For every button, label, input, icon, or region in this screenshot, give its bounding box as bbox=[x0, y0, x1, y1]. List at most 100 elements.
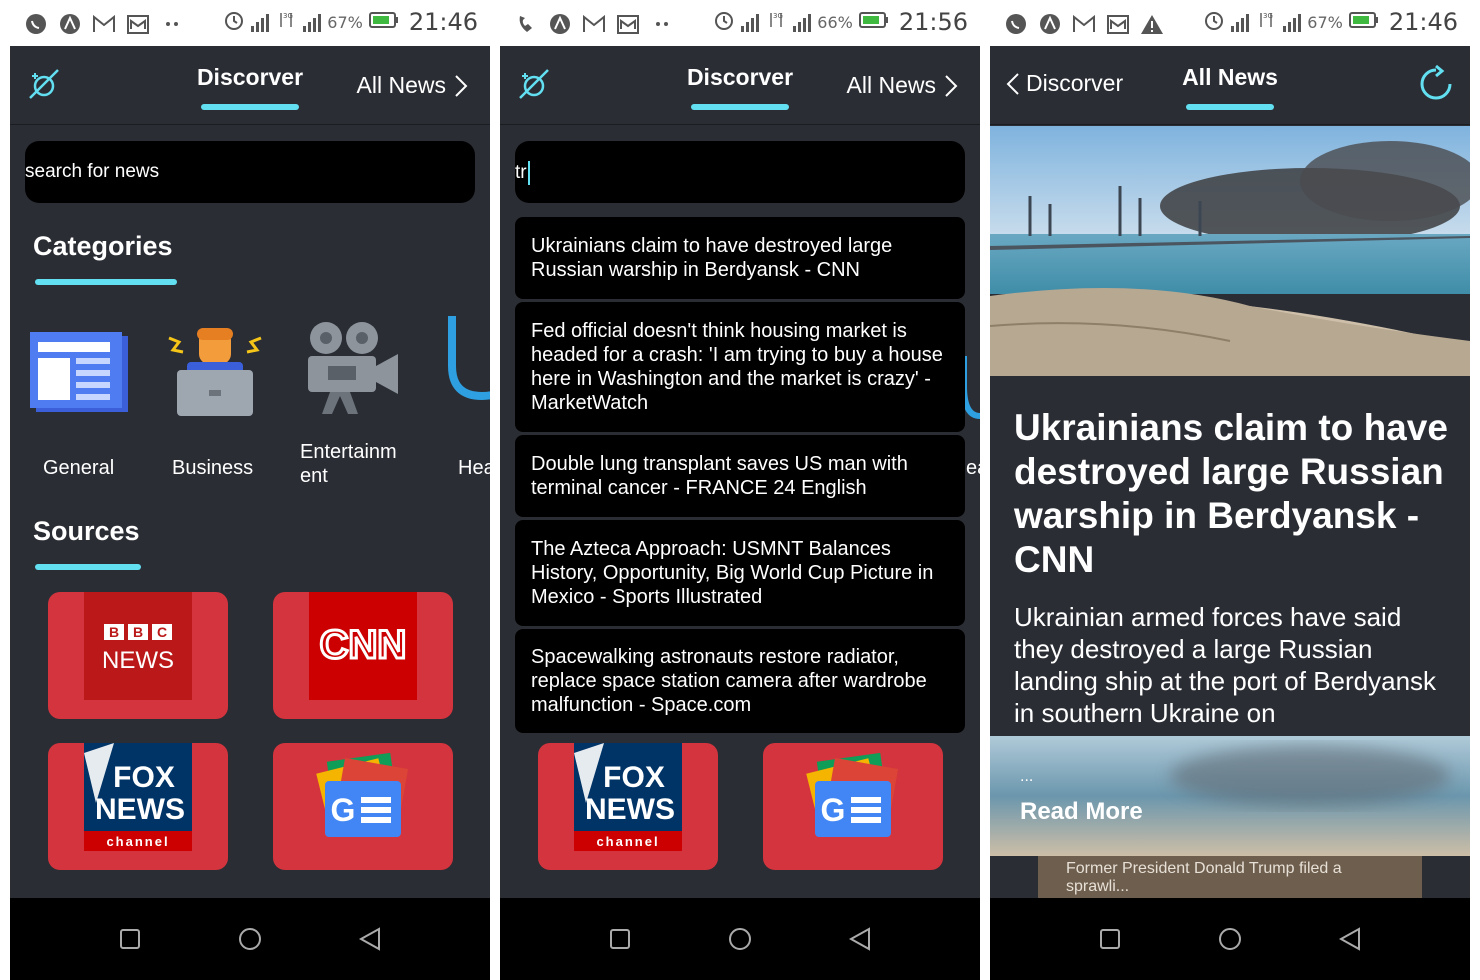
suggestion-item[interactable]: Double lung transplant saves US man with… bbox=[515, 435, 965, 517]
app-content: Discorver All News search for news Categ… bbox=[10, 46, 490, 898]
system-nav-bar bbox=[990, 898, 1470, 980]
back-triangle-icon[interactable] bbox=[353, 922, 387, 956]
app-a-icon bbox=[58, 12, 82, 36]
suggestion-item[interactable]: Ukrainians claim to have destroyed large… bbox=[515, 217, 965, 299]
source-fox-news[interactable]: FOX NEWS channel bbox=[48, 743, 228, 870]
phone-screen-search: 3G 66% 21:56 Discorver All News tr ea bbox=[500, 0, 980, 980]
article-hero-image bbox=[990, 126, 1470, 376]
tab-all-news[interactable]: All News bbox=[990, 64, 1470, 91]
suggestion-text: Double lung transplant saves US man with… bbox=[531, 453, 908, 499]
svg-text:3G: 3G bbox=[773, 12, 783, 20]
description-ellipsis: ... bbox=[1020, 768, 1034, 785]
read-more-button[interactable]: Read More bbox=[1020, 798, 1143, 826]
status-time: 21:46 bbox=[408, 8, 478, 36]
chevron-right-icon bbox=[455, 74, 468, 97]
cnn-wordmark: CNN bbox=[320, 623, 407, 667]
back-triangle-icon[interactable] bbox=[1333, 922, 1367, 956]
signal-icon bbox=[1231, 12, 1250, 32]
signal-2-icon bbox=[1283, 12, 1302, 32]
signal-icon bbox=[741, 12, 760, 32]
stethoscope-icon[interactable] bbox=[442, 316, 490, 416]
source-google-news[interactable]: G bbox=[763, 743, 943, 870]
source-bbc-news[interactable]: B B C NEWS bbox=[48, 592, 228, 719]
whatsapp-icon bbox=[24, 12, 48, 36]
phone-call-icon bbox=[514, 12, 538, 36]
status-bar: 3G 67% 21:46 bbox=[10, 0, 490, 46]
suggestion-item[interactable]: Fed official doesn't think housing marke… bbox=[515, 302, 965, 432]
recents-square-icon[interactable] bbox=[1093, 922, 1127, 956]
suggestion-text: Spacewalking astronauts restore radiator… bbox=[531, 646, 927, 716]
top-bar: Discorver All News bbox=[500, 46, 980, 125]
source-cnn[interactable]: CNN bbox=[273, 592, 453, 719]
suggestion-text: Ukrainians claim to have destroyed large… bbox=[531, 235, 893, 281]
data-3g-icon: 3G bbox=[765, 9, 787, 35]
all-news-label: All News bbox=[846, 72, 936, 98]
suggestion-text: Fed official doesn't think housing marke… bbox=[531, 320, 943, 414]
all-news-link[interactable]: All News bbox=[847, 72, 958, 99]
google-news-logo: G bbox=[806, 752, 899, 837]
google-news-g: G bbox=[331, 792, 356, 828]
all-news-label: All News bbox=[356, 72, 446, 98]
phone-screen-article: 3G 67% 21:46 Discorver All News Ukrainia… bbox=[990, 0, 1470, 980]
movie-camera-icon[interactable] bbox=[300, 316, 400, 416]
refresh-icon[interactable] bbox=[1416, 64, 1456, 104]
home-circle-icon[interactable] bbox=[1213, 922, 1247, 956]
source-fox-news[interactable]: FOX NEWS channel bbox=[538, 743, 718, 870]
active-tab-indicator bbox=[691, 104, 789, 110]
bbc-letter-b2: B bbox=[133, 624, 143, 640]
system-nav-bar bbox=[10, 898, 490, 980]
blurred-next-article-image bbox=[990, 736, 1470, 856]
fox-wordmark: FOX bbox=[603, 761, 665, 794]
category-health-label: Hea bbox=[458, 457, 490, 479]
newspaper-icon[interactable] bbox=[28, 316, 128, 416]
fox-wordmark: FOX bbox=[113, 761, 175, 794]
search-input[interactable]: tr bbox=[515, 141, 965, 203]
news-wordmark: NEWS bbox=[585, 793, 675, 826]
categories-underline bbox=[35, 279, 177, 285]
article-description: Ukrainian armed forces have said they de… bbox=[1014, 602, 1437, 728]
source-google-news[interactable]: G bbox=[273, 743, 453, 870]
suggestion-item[interactable]: Spacewalking astronauts restore radiator… bbox=[515, 629, 965, 733]
signal-2-icon bbox=[303, 12, 322, 32]
top-bar: Discorver All News bbox=[10, 46, 490, 125]
home-circle-icon[interactable] bbox=[723, 922, 757, 956]
mail-icon bbox=[126, 12, 150, 36]
all-news-link[interactable]: All News bbox=[357, 72, 468, 99]
suggestion-text: The Azteca Approach: USMNT Balances Hist… bbox=[531, 538, 934, 608]
fox-news-logo: FOX NEWS channel bbox=[574, 743, 682, 851]
channel-wordmark: channel bbox=[596, 834, 659, 849]
battery-percent: 66% bbox=[817, 12, 853, 32]
active-tab-indicator bbox=[1186, 104, 1274, 110]
bbc-news-logo: B B C NEWS bbox=[84, 592, 192, 700]
chevron-right-icon bbox=[945, 74, 958, 97]
gmail-icon bbox=[92, 12, 116, 36]
category-business-label: Business bbox=[172, 457, 254, 479]
categories-heading: Categories bbox=[33, 231, 173, 261]
article-title: Ukrainians claim to have destroyed large… bbox=[1014, 407, 1448, 580]
next-article-text: Former President Donald Trump filed a sp… bbox=[1066, 860, 1342, 895]
search-input[interactable]: search for news bbox=[25, 141, 475, 203]
businessman-laptop-icon[interactable] bbox=[165, 316, 265, 416]
next-article-card[interactable]: Former President Donald Trump filed a sp… bbox=[1038, 856, 1422, 898]
alarm-icon bbox=[1203, 9, 1225, 35]
battery-percent: 67% bbox=[1307, 12, 1343, 32]
battery-charging-icon bbox=[858, 11, 889, 33]
search-value: tr bbox=[515, 162, 527, 184]
back-triangle-icon[interactable] bbox=[843, 922, 877, 956]
sources-heading: Sources bbox=[33, 516, 140, 546]
status-bar: 3G 66% 21:56 bbox=[500, 0, 980, 46]
bbc-letter-b1: B bbox=[109, 624, 119, 640]
whatsapp-icon bbox=[1004, 12, 1028, 36]
category-general-label: General bbox=[43, 457, 115, 479]
active-tab-indicator bbox=[201, 104, 299, 110]
recents-square-icon[interactable] bbox=[113, 922, 147, 956]
app-a-icon bbox=[548, 12, 572, 36]
channel-wordmark: channel bbox=[106, 834, 169, 849]
status-time: 21:56 bbox=[898, 8, 968, 36]
home-circle-icon[interactable] bbox=[233, 922, 267, 956]
recents-square-icon[interactable] bbox=[603, 922, 637, 956]
gmail-icon bbox=[582, 12, 606, 36]
category-health-label-partial: ea bbox=[966, 457, 980, 479]
suggestion-item[interactable]: The Azteca Approach: USMNT Balances Hist… bbox=[515, 520, 965, 626]
app-a-icon bbox=[1038, 12, 1062, 36]
